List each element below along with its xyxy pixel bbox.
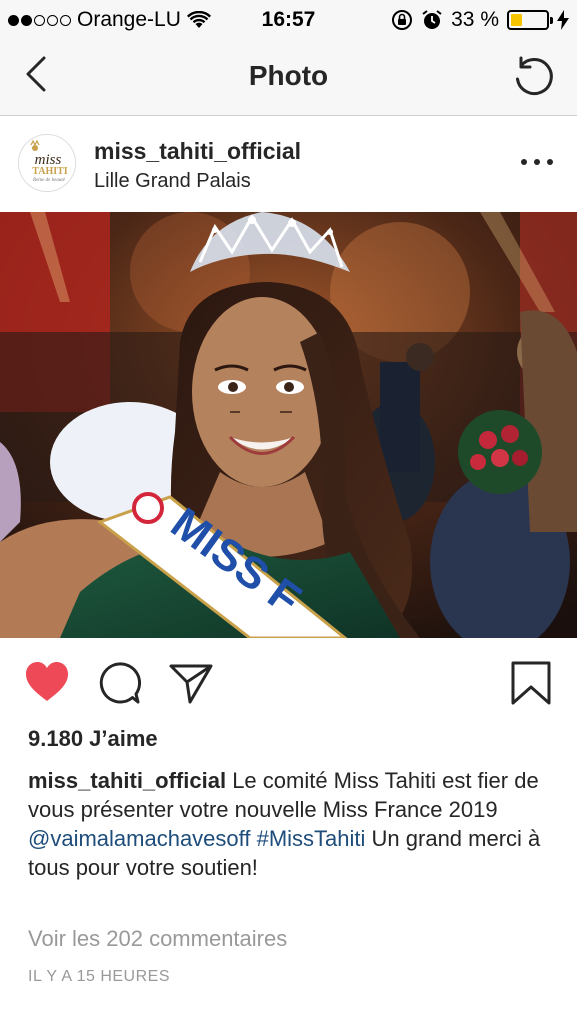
svg-text:Reine de beauté: Reine de beauté [32,178,66,183]
likes-count[interactable]: 9.180 J’aime [28,726,158,752]
avatar[interactable]: miss TAHITI Reine de beauté [18,134,76,192]
miss-tahiti-logo: miss TAHITI Reine de beauté [19,135,75,191]
post-header: miss TAHITI Reine de beauté miss_tahiti_… [0,116,577,212]
post-username[interactable]: miss_tahiti_official [94,138,301,165]
battery-percent: 33 % [451,8,499,31]
post-location[interactable]: Lille Grand Palais [94,170,251,193]
photo-image: MISS F [0,212,577,638]
svg-text:TAHITI: TAHITI [32,166,67,177]
battery-fill [511,14,523,26]
alarm-icon [422,10,442,29]
comment-icon[interactable] [96,660,142,706]
bookmark-icon[interactable] [508,660,554,706]
rotation-lock-icon [392,10,413,30]
caption-username[interactable]: miss_tahiti_official [28,768,226,793]
view-comments-link[interactable]: Voir les 202 commentaires [28,926,287,952]
post-actions [0,650,577,716]
battery-icon [507,10,553,30]
post-caption: miss_tahiti_official Le comité Miss Tahi… [28,766,558,882]
caption-mention[interactable]: @vaimalamachavesoff [28,826,250,851]
heart-icon[interactable] [24,660,70,706]
navigation-bar: Photo [0,40,577,116]
page-title: Photo [248,60,329,91]
post-photo[interactable]: MISS F [0,212,577,638]
share-icon[interactable] [168,660,214,706]
charging-icon [557,10,569,30]
caption-hashtag[interactable]: #MissTahiti [257,826,366,851]
refresh-icon[interactable] [511,54,557,100]
status-bar-right: 33 % [391,8,569,32]
more-horizontal-icon[interactable] [521,146,553,178]
post-timestamp: IL Y A 15 HEURES [28,968,171,985]
status-bar: Orange-LU 16:57 33 % [0,0,577,40]
